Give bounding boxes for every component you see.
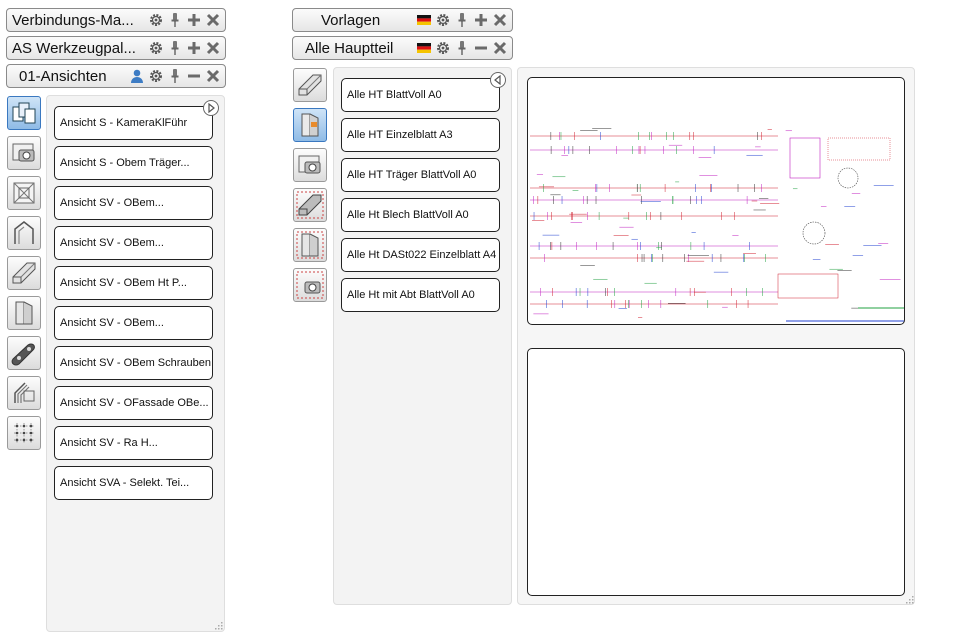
column-icon[interactable] [7, 296, 41, 330]
camera-icon[interactable] [7, 136, 41, 170]
list-item[interactable]: Ansicht SV - OBem Ht P... [54, 266, 213, 300]
drawing-line [827, 137, 891, 161]
list-item[interactable]: Ansicht S - Obem Träger... [54, 146, 213, 180]
list-item[interactable]: Ansicht S - KameraKlFühr [54, 106, 213, 140]
panel-header[interactable]: Vorlagen [292, 8, 513, 32]
connection-icon[interactable] [7, 376, 41, 410]
pin-icon[interactable] [453, 40, 470, 57]
list-item[interactable]: Alle Ht Blech BlattVoll A0 [341, 198, 500, 232]
list-item[interactable]: Alle HT BlattVoll A0 [341, 78, 500, 112]
panel-header[interactable]: 01-Ansichten [6, 64, 226, 88]
list-item[interactable]: Alle HT Träger BlattVoll A0 [341, 158, 500, 192]
plus-icon[interactable] [185, 12, 202, 29]
list-item[interactable]: Ansicht SV - OBem... [54, 186, 213, 220]
expand-arrow-button[interactable] [203, 100, 219, 116]
resize-grip-icon[interactable] [904, 594, 914, 604]
gear-icon[interactable] [147, 68, 164, 85]
pin-icon[interactable] [166, 40, 183, 57]
minus-icon[interactable] [185, 68, 202, 85]
list-item[interactable]: Ansicht SV - OBem... [54, 306, 213, 340]
flag-de-icon [415, 12, 432, 29]
list-item[interactable]: Ansicht SV - Ra H... [54, 426, 213, 460]
close-icon[interactable] [204, 68, 221, 85]
pin-icon[interactable] [166, 12, 183, 29]
pin-icon[interactable] [166, 68, 183, 85]
list-item[interactable]: Alle Ht DASt022 Einzelblatt A4 [341, 238, 500, 272]
camera-dashed-icon[interactable] [293, 268, 327, 302]
empty-preview [527, 348, 905, 596]
drawing-line [777, 273, 839, 299]
minus-icon[interactable] [472, 40, 489, 57]
close-icon[interactable] [491, 12, 508, 29]
gear-icon[interactable] [147, 40, 164, 57]
pin-icon[interactable] [453, 12, 470, 29]
gear-icon[interactable] [434, 12, 451, 29]
panel-header[interactable]: Verbindungs-Ma... [6, 8, 226, 32]
flag-de-icon [415, 40, 432, 57]
close-icon[interactable] [491, 40, 508, 57]
drawing-preview [527, 77, 905, 325]
list-item[interactable]: Ansicht SV - OBem... [54, 226, 213, 260]
plus-icon[interactable] [185, 40, 202, 57]
resize-grip-icon[interactable] [213, 620, 223, 630]
column-section-icon[interactable] [293, 108, 327, 142]
list-item[interactable]: Ansicht SV - OBem Schrauben [54, 346, 213, 380]
gear-icon[interactable] [147, 12, 164, 29]
profile-angle-icon[interactable] [7, 216, 41, 250]
list-item[interactable]: Ansicht SVA - Selekt. Tei... [54, 466, 213, 500]
frame-corners-icon[interactable] [7, 176, 41, 210]
close-icon[interactable] [204, 12, 221, 29]
beam-icon[interactable] [7, 256, 41, 290]
views-3d-icon[interactable] [7, 96, 41, 130]
plus-icon[interactable] [472, 12, 489, 29]
column-dashed-icon[interactable] [293, 228, 327, 262]
panel-title: Vorlagen [321, 11, 381, 29]
list-item[interactable]: Ansicht SV - OFassade OBe... [54, 386, 213, 420]
user-icon[interactable] [128, 68, 145, 85]
list-item[interactable]: Alle Ht mit Abt BlattVoll A0 [341, 278, 500, 312]
panel-header[interactable]: Alle Hauptteil [292, 36, 513, 60]
beam-dashed-icon[interactable] [293, 188, 327, 222]
drawing-line [789, 137, 821, 179]
plate-icon[interactable] [7, 336, 41, 370]
beam-icon[interactable] [293, 68, 327, 102]
collapse-arrow-button[interactable] [490, 72, 506, 88]
panel-title: Alle Hauptteil [305, 39, 394, 57]
panel-title: 01-Ansichten [19, 67, 107, 85]
close-icon[interactable] [204, 40, 221, 57]
panel-title: AS Werkzeugpal... [12, 39, 136, 57]
panel-header[interactable]: AS Werkzeugpal... [6, 36, 226, 60]
camera-icon[interactable] [293, 148, 327, 182]
grid-icon[interactable] [7, 416, 41, 450]
drawing-line [837, 167, 859, 189]
gear-icon[interactable] [434, 40, 451, 57]
drawing-line [802, 221, 826, 245]
panel-title: Verbindungs-Ma... [12, 11, 134, 29]
list-item[interactable]: Alle HT Einzelblatt A3 [341, 118, 500, 152]
